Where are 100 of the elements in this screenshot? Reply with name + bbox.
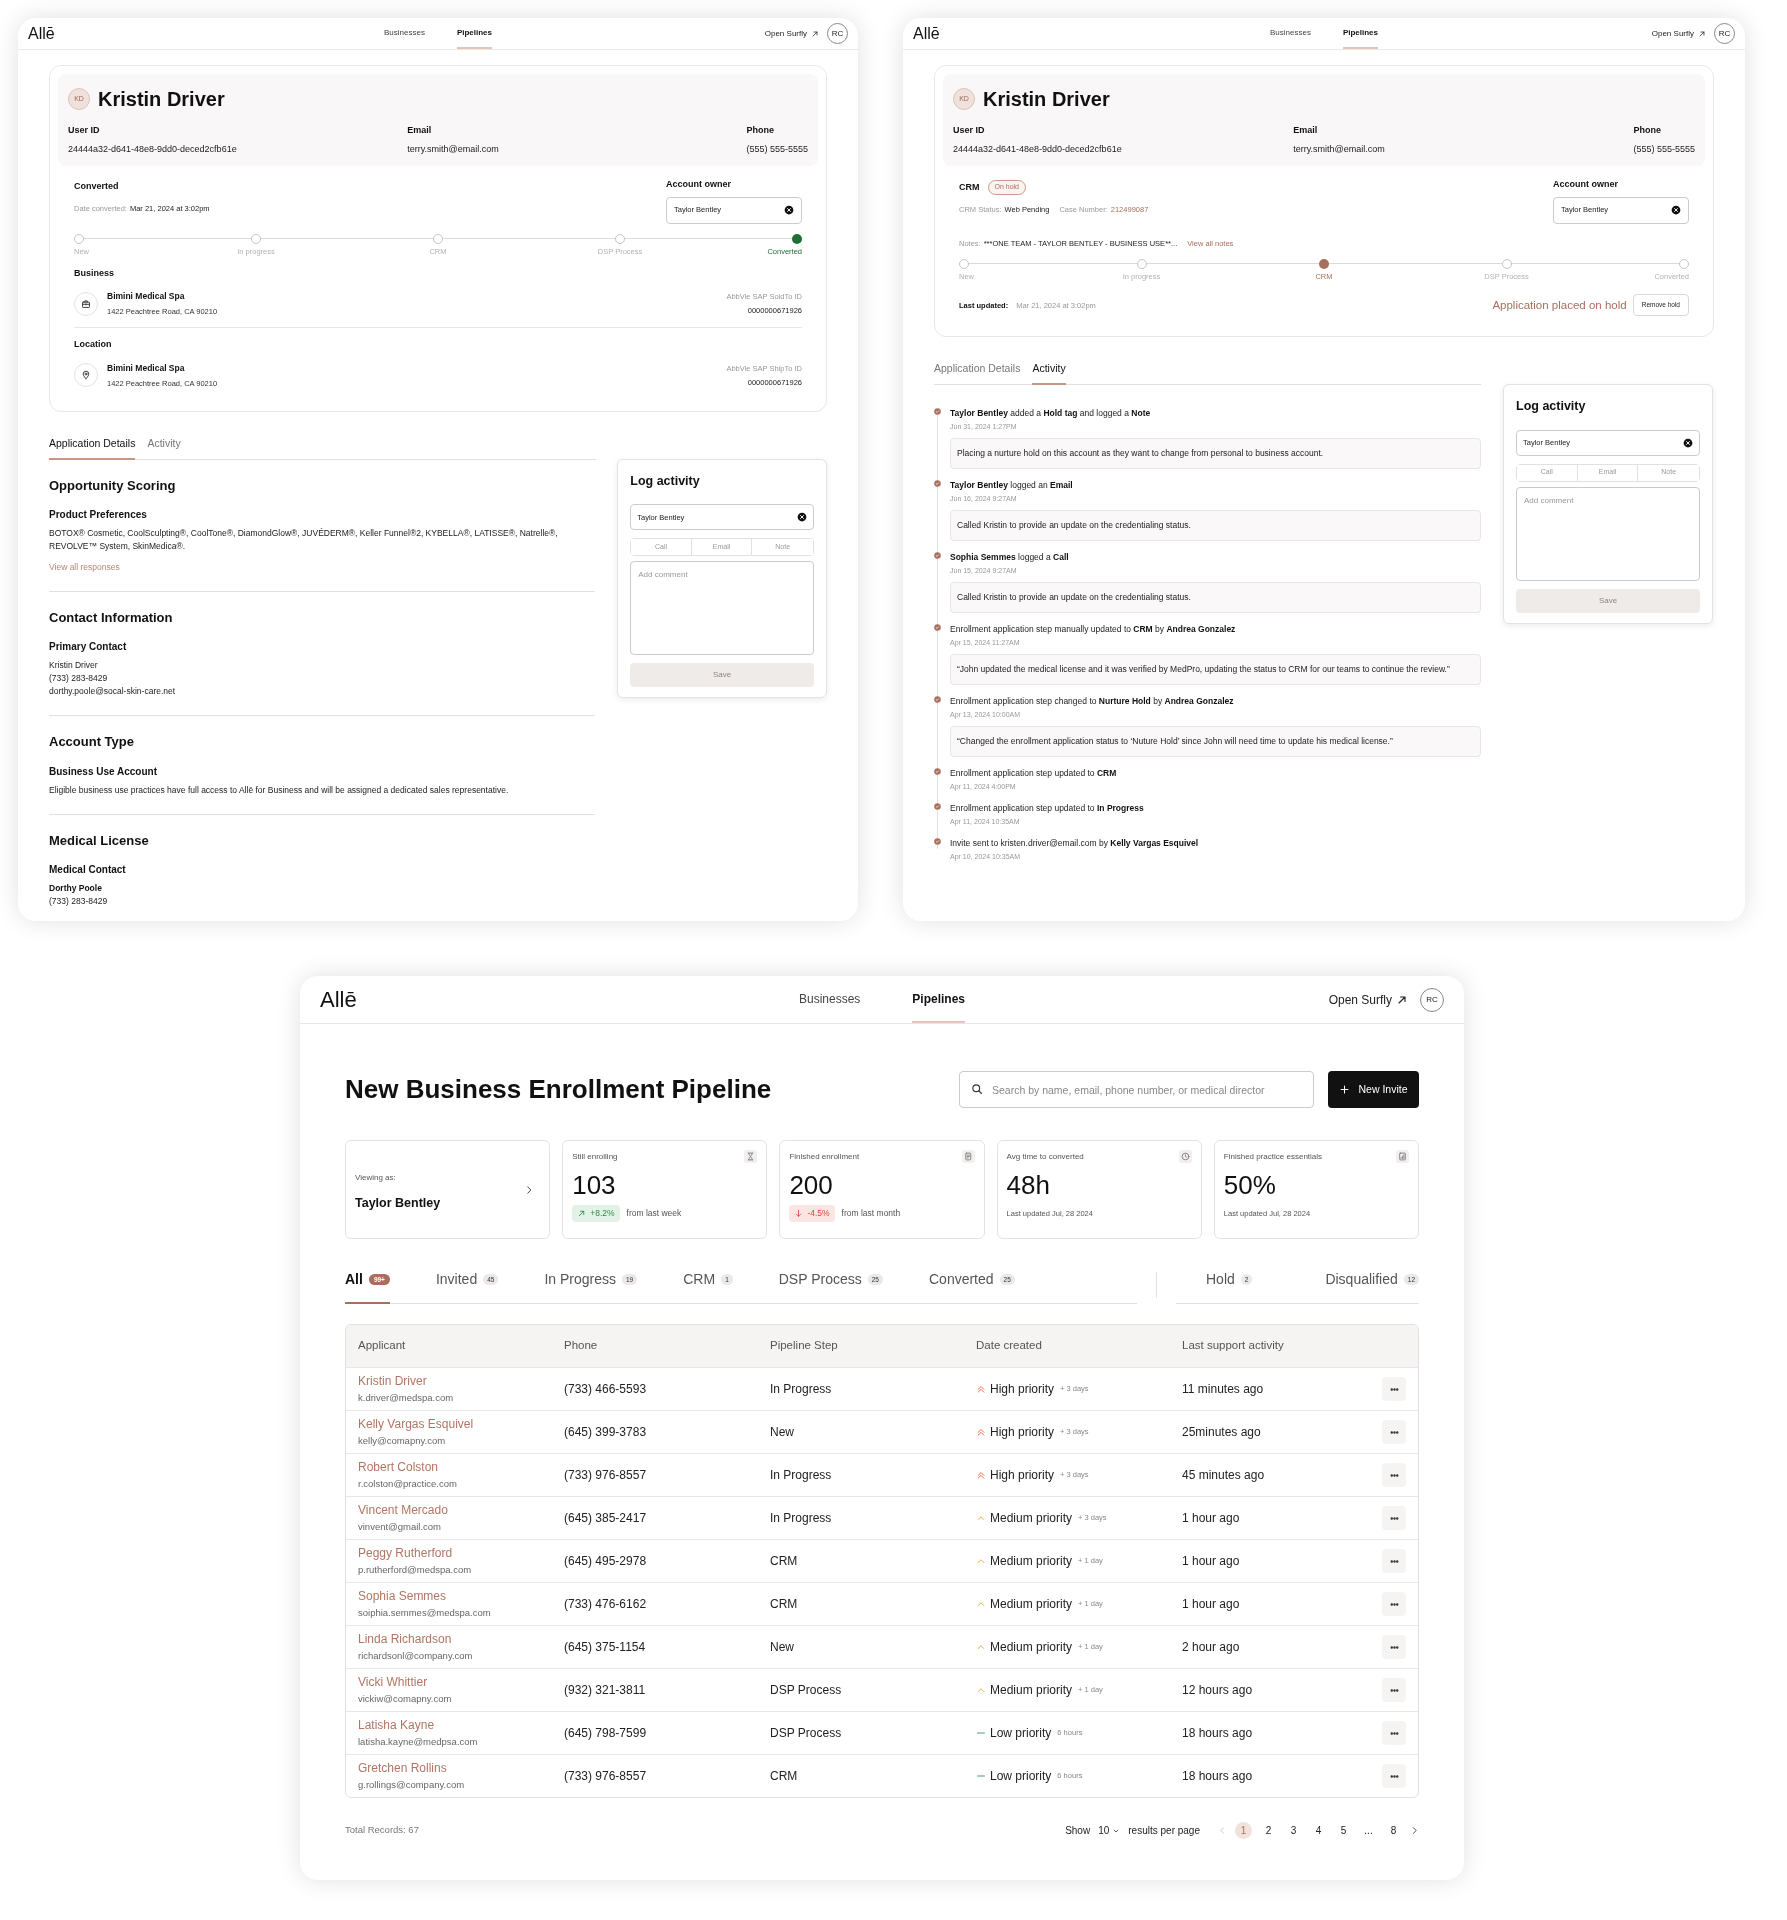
more-button[interactable] bbox=[1382, 1678, 1406, 1702]
plus-icon bbox=[1339, 1084, 1351, 1095]
more-button[interactable] bbox=[1382, 1377, 1406, 1401]
table-cell-text: CRM bbox=[769, 1596, 799, 1613]
activity-comment: “John updated the medical license and it was verified by MedPro, updating the status to CRM for our teams to continue the review.” bbox=[950, 654, 1481, 685]
applicant-link[interactable]: Kristin Driver bbox=[358, 1372, 540, 1391]
applicant-link[interactable]: Linda Richardson bbox=[358, 1630, 540, 1649]
nav-link[interactable]: Businesses bbox=[798, 976, 861, 1023]
table-cell-text: In Progress bbox=[769, 1467, 833, 1484]
table-cell-text: (733) 476-6162 bbox=[563, 1596, 648, 1613]
applicant-link[interactable]: Gretchen Rollins bbox=[358, 1759, 540, 1778]
page-button[interactable]: 5 bbox=[1335, 1822, 1352, 1839]
field-value: 24444a32-d641-48e8-9dd0-deced2cfb61e bbox=[953, 142, 1123, 156]
table-cell-text: 18 hours ago bbox=[1182, 1768, 1253, 1785]
more-button[interactable] bbox=[1382, 1592, 1406, 1616]
page-title: New Business Enrollment Pipeline bbox=[345, 1073, 772, 1106]
field-label: Phone bbox=[1633, 124, 1662, 137]
new-invite-button[interactable]: New Invite bbox=[1328, 1071, 1419, 1108]
nav-link[interactable]: Businesses bbox=[383, 18, 425, 49]
field-label: Email bbox=[1293, 124, 1319, 137]
applicant-email: kelly@comapny.com bbox=[358, 1434, 447, 1449]
page-button[interactable]: 4 bbox=[1310, 1822, 1327, 1839]
more-button[interactable] bbox=[1382, 1764, 1406, 1788]
table-cell-text: (645) 385-2417 bbox=[563, 1510, 648, 1527]
page-button[interactable]: 2 bbox=[1260, 1822, 1277, 1839]
record-title: Location bbox=[74, 338, 113, 352]
clear-icon[interactable] bbox=[1671, 205, 1681, 215]
field-value: (555) 555-5555 bbox=[746, 142, 808, 156]
logo: Allē bbox=[320, 986, 357, 1014]
more-button[interactable] bbox=[1382, 1635, 1406, 1659]
applicant-link[interactable]: Vicki Whittier bbox=[358, 1673, 540, 1692]
tab[interactable]: Activity bbox=[1032, 361, 1066, 385]
applicant-link[interactable]: Vincent Mercado bbox=[358, 1501, 540, 1520]
table-cell-text: CRM bbox=[769, 1768, 799, 1785]
tab[interactable]: Application Details bbox=[934, 361, 1021, 385]
applicant-link[interactable]: Peggy Rutherford bbox=[358, 1544, 540, 1563]
nav-link[interactable]: Businesses bbox=[1269, 18, 1311, 49]
open-surfly-link[interactable]: Open Surfly bbox=[1651, 27, 1706, 40]
owner-label: Account owner bbox=[1553, 178, 1619, 191]
next-page-button[interactable] bbox=[1410, 1826, 1419, 1835]
more-button[interactable] bbox=[1382, 1549, 1406, 1573]
detail-text: (733) 283-8429 bbox=[49, 895, 109, 909]
applicant-link[interactable]: Kelly Vargas Esquivel bbox=[358, 1415, 540, 1434]
applicant-email: latisha.kayne@medpsa.com bbox=[358, 1735, 479, 1750]
show-label: Show bbox=[1065, 1824, 1091, 1838]
tab[interactable]: Activity bbox=[147, 435, 181, 460]
status-title: CRM bbox=[959, 180, 980, 194]
chevron-right-icon bbox=[1410, 1826, 1419, 1835]
stat-label: Finished practice essentials bbox=[1223, 1150, 1323, 1163]
applicant-email: r.colston@practice.com bbox=[358, 1477, 458, 1492]
field-label: Phone bbox=[746, 124, 775, 137]
open-surfly-link[interactable]: Open Surfly bbox=[764, 27, 819, 40]
clear-icon[interactable] bbox=[784, 205, 794, 215]
field-label: User ID bbox=[953, 124, 986, 137]
more-button[interactable] bbox=[1382, 1506, 1406, 1530]
tab[interactable]: Application Details bbox=[49, 435, 136, 460]
nav-link[interactable]: Pipelines bbox=[912, 976, 966, 1023]
activity-text: Enrollment application step changed to Nurture Hold by Andrea Gonzalez bbox=[950, 694, 1235, 708]
section-heading: Primary Contact bbox=[49, 640, 128, 655]
table-cell-text: (733) 466-5593 bbox=[563, 1381, 648, 1398]
clear-icon[interactable] bbox=[797, 512, 807, 523]
column-header: Applicant bbox=[357, 1338, 407, 1354]
activity-text: Enrollment application step updated to CRM bbox=[950, 766, 1118, 780]
check-icon bbox=[934, 479, 941, 487]
page-button[interactable]: 3 bbox=[1285, 1822, 1302, 1839]
page-button[interactable]: ... bbox=[1360, 1822, 1377, 1839]
table-cell-text: DSP Process bbox=[769, 1725, 843, 1742]
table-cell-text: (645) 798-7599 bbox=[563, 1725, 648, 1742]
more-button[interactable] bbox=[1382, 1463, 1406, 1487]
priority-label: High priority bbox=[990, 1467, 1055, 1484]
priority-label: Medium priority bbox=[990, 1510, 1073, 1527]
page-button[interactable]: 8 bbox=[1385, 1822, 1402, 1839]
high-priority-icon bbox=[976, 1470, 986, 1480]
applicant-link[interactable]: Robert Colston bbox=[358, 1458, 540, 1477]
arrow-down-icon bbox=[794, 1208, 804, 1218]
detail-text: BOTOX® Cosmetic, CoolSculpting®, CoolTone®, DiamondGlow®, JUVÉDERM®, Keller Funnel®2, KYBELLA®, LATISSE®, Natrelle®, REVOLVE™ System, SkinMedica®. bbox=[49, 527, 559, 553]
check-icon bbox=[934, 695, 941, 703]
applicant-link[interactable]: Sophia Semmes bbox=[358, 1587, 540, 1606]
nav-link[interactable]: Pipelines bbox=[456, 18, 492, 49]
field-value: (555) 555-5555 bbox=[1633, 142, 1695, 156]
stat-label: Still enrolling bbox=[572, 1150, 618, 1163]
search-field[interactable]: Search by name, email, phone number, or medical director bbox=[959, 1071, 1314, 1108]
applicant-link[interactable]: Latisha Kayne bbox=[358, 1716, 540, 1735]
column-header: Last support activity bbox=[1181, 1338, 1285, 1354]
more-button[interactable] bbox=[1382, 1420, 1406, 1444]
section-title: Contact Information bbox=[49, 608, 174, 627]
clear-icon[interactable] bbox=[1683, 437, 1693, 448]
activity-text: Taylor Bentley logged an Email bbox=[950, 478, 1074, 492]
table-cell-text: 11 minutes ago bbox=[1182, 1381, 1264, 1398]
nav-link[interactable]: Pipelines bbox=[1342, 18, 1378, 49]
arrow-icon bbox=[1396, 993, 1408, 1006]
more-button[interactable] bbox=[1382, 1721, 1406, 1745]
activity-text: Sophia Semmes logged a Call bbox=[950, 550, 1070, 564]
open-surfly-link[interactable]: Open Surfly bbox=[1328, 990, 1408, 1009]
activity-text: Enrollment application step updated to In Progress bbox=[950, 802, 1145, 815]
activity-text: Taylor Bentley added a Hold tag and logged a Note bbox=[950, 406, 1152, 420]
detail-text: Eligible business use practices have full access to Allē for Business and will be assigned a dedicated sales representative. bbox=[49, 783, 510, 797]
per-page-select[interactable]: 10 bbox=[1098, 1823, 1121, 1838]
profile-name: Kristin Driver bbox=[98, 87, 225, 112]
viewer-card[interactable]: Viewing as: Taylor Bentley bbox=[345, 1140, 551, 1239]
